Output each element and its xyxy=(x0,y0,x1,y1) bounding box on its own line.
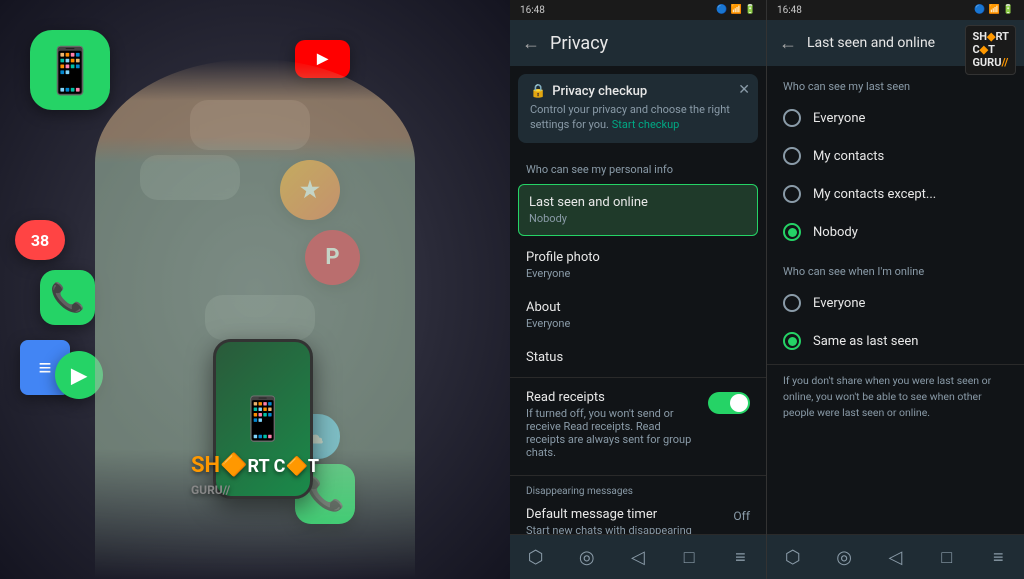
nav-circle-icon[interactable]: ◎ xyxy=(569,539,605,575)
about-sub: Everyone xyxy=(526,317,750,330)
radio-everyone-label: Everyone xyxy=(813,111,865,126)
status-icons-2: 🔵 📶 🔋 xyxy=(974,5,1014,15)
radio-everyone-circle xyxy=(783,109,801,127)
nav2-menu-icon[interactable]: ≡ xyxy=(980,539,1016,575)
signal-icon-2: 📶 xyxy=(989,5,1000,15)
checkup-banner[interactable]: 🔒 Privacy checkup Control your privacy a… xyxy=(518,74,758,143)
radio-except-label: My contacts except... xyxy=(813,187,936,202)
person-image xyxy=(95,59,415,579)
photo-section: 📱 ▶ 38 📞 ≡ ★ P ☁ ▶ 📞 📱 SH🔶RT C🔶T GURU// xyxy=(0,0,510,579)
whatsapp-main-icon: 📱 xyxy=(30,30,110,110)
radio-everyone-online[interactable]: Everyone xyxy=(767,284,1024,322)
time-2: 16:48 xyxy=(777,5,802,16)
privacy-content: 🔒 Privacy checkup Control your privacy a… xyxy=(510,66,766,534)
read-receipts-desc: If turned off, you won't send or receive… xyxy=(526,407,698,459)
privacy-panel: 16:48 🔵 📶 🔋 ← Privacy 🔒 Privacy checkup xyxy=(510,0,767,579)
radio-same-as-lastseen[interactable]: Same as last seen xyxy=(767,322,1024,360)
privacy-header: ← Privacy xyxy=(510,20,766,66)
nav2-back-icon[interactable]: ◁ xyxy=(877,539,913,575)
status-title: Status xyxy=(526,350,750,365)
radio-online-everyone-label: Everyone xyxy=(813,296,865,311)
back-button-1[interactable]: ← xyxy=(522,33,540,54)
last-seen-title-header: Last seen and online xyxy=(807,35,935,51)
last-seen-title: Last seen and online xyxy=(529,195,747,210)
back-button-2[interactable]: ← xyxy=(779,33,797,54)
nav-back-icon[interactable]: ◁ xyxy=(620,539,656,575)
nav2-home-icon[interactable]: ⬡ xyxy=(775,539,811,575)
read-receipts-row[interactable]: Read receipts If turned off, you won't s… xyxy=(510,380,766,469)
radio-same-label: Same as last seen xyxy=(813,334,918,349)
privacy-title: Privacy xyxy=(550,33,608,54)
online-section-label: Who can see when I'm online xyxy=(767,251,1024,284)
checkup-title: 🔒 Privacy checkup xyxy=(530,84,746,99)
nav-square-icon[interactable]: □ xyxy=(671,539,707,575)
whatsapp-small-icon-1: 📞 xyxy=(40,270,95,325)
close-banner-button[interactable]: ✕ xyxy=(738,82,750,98)
status-bar-2: 16:48 🔵 📶 🔋 xyxy=(767,0,1024,20)
bluetooth-icon: 🔵 xyxy=(716,5,727,15)
radio-except-circle xyxy=(783,185,801,203)
last-seen-sub: Nobody xyxy=(529,212,747,225)
radio-nobody-circle xyxy=(783,223,801,241)
radio-mycontacts-label: My contacts xyxy=(813,149,884,164)
time-1: 16:48 xyxy=(520,5,545,16)
radio-mycontacts-lastseen[interactable]: My contacts xyxy=(767,137,1024,175)
logo-line-3: GURU// xyxy=(972,56,1009,69)
about-menu-item[interactable]: About Everyone xyxy=(510,290,766,340)
last-seen-panel: 16:48 🔵 📶 🔋 ← Last seen and online SH◆RT… xyxy=(767,0,1024,579)
radio-mycontacts-circle xyxy=(783,147,801,165)
read-receipts-text: Read receipts If turned off, you won't s… xyxy=(526,390,698,459)
profile-photo-title: Profile photo xyxy=(526,250,750,265)
battery-icon: 🔋 xyxy=(745,5,756,15)
read-receipts-title: Read receipts xyxy=(526,390,698,405)
radio-online-everyone-circle xyxy=(783,294,801,312)
start-checkup-link[interactable]: Start checkup xyxy=(612,118,680,131)
nav2-square-icon[interactable]: □ xyxy=(929,539,965,575)
disappearing-row[interactable]: Default message timer Start new chats wi… xyxy=(510,499,766,534)
status-bar-1: 16:48 🔵 📶 🔋 xyxy=(510,0,766,20)
signal-icon: 📶 xyxy=(731,5,742,15)
personal-info-label: Who can see my personal info xyxy=(510,151,766,180)
nav-home-icon[interactable]: ⬡ xyxy=(518,539,554,575)
logo-line-2: C◆T xyxy=(972,43,1009,56)
battery-icon-2: 🔋 xyxy=(1003,5,1014,15)
disappearing-value: Off xyxy=(733,509,750,523)
disappearing-text: Default message timer Start new chats wi… xyxy=(526,507,733,534)
panels-area: 16:48 🔵 📶 🔋 ← Privacy 🔒 Privacy checkup xyxy=(510,0,1024,579)
last-seen-menu-item[interactable]: Last seen and online Nobody xyxy=(518,184,758,236)
last-seen-content: Who can see my last seen Everyone My con… xyxy=(767,66,1024,534)
radio-mycontacts-except-lastseen[interactable]: My contacts except... xyxy=(767,175,1024,213)
radio-everyone-lastseen[interactable]: Everyone xyxy=(767,99,1024,137)
profile-photo-menu-item[interactable]: Profile photo Everyone xyxy=(510,240,766,290)
radio-nobody-label: Nobody xyxy=(813,225,858,240)
nav-bar-1: ⬡ ◎ ◁ □ ≡ xyxy=(510,534,766,579)
lock-icon: 🔒 xyxy=(530,84,546,99)
status-icons-1: 🔵 📶 🔋 xyxy=(716,5,756,15)
notification-badge: 38 xyxy=(15,220,65,260)
nav2-circle-icon[interactable]: ◎ xyxy=(826,539,862,575)
disappearing-section: Disappearing messages Default message ti… xyxy=(510,475,766,534)
disappearing-title: Default message timer xyxy=(526,507,733,522)
disappearing-desc: Start new chats with disappearing messag… xyxy=(526,524,733,534)
bluetooth-icon-2: 🔵 xyxy=(974,5,985,15)
checkup-desc: Control your privacy and choose the righ… xyxy=(530,102,746,133)
privacy-note: If you don't share when you were last se… xyxy=(767,364,1024,428)
radio-nobody-lastseen[interactable]: Nobody xyxy=(767,213,1024,251)
logo-line-1: SH◆RT xyxy=(972,30,1009,43)
shortcut-guru-brand-bottom: SH🔶RT C🔶T GURU// xyxy=(191,453,319,499)
nav-menu-icon[interactable]: ≡ xyxy=(722,539,758,575)
radio-same-circle xyxy=(783,332,801,350)
profile-photo-sub: Everyone xyxy=(526,267,750,280)
status-menu-item[interactable]: Status xyxy=(510,340,766,375)
about-title: About xyxy=(526,300,750,315)
divider-1 xyxy=(510,377,766,378)
nav-bar-2: ⬡ ◎ ◁ □ ≡ xyxy=(767,534,1024,579)
shortcut-guru-logo: SH◆RT C◆T GURU// xyxy=(965,25,1016,75)
read-receipts-toggle[interactable] xyxy=(708,392,750,414)
disappearing-label: Disappearing messages xyxy=(510,476,766,499)
